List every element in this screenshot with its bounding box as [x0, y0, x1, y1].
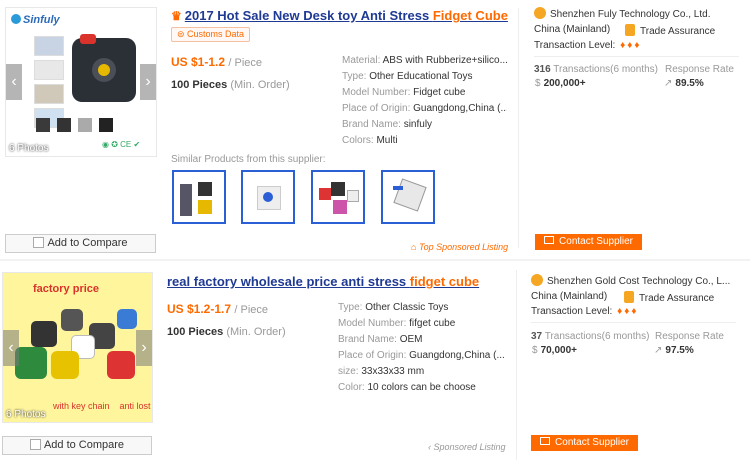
transactions-label: 316 Transactions(6 months) [534, 64, 658, 75]
trade-assurance-icon [625, 24, 635, 36]
add-to-compare-button[interactable]: Add to Compare [5, 234, 156, 253]
response-rate-label: Response Rate [655, 331, 724, 342]
attribute-row: Colors: Multi [342, 135, 398, 146]
certification-logos: ◉ ✪ CE ✔ [102, 140, 141, 149]
similar-product-thumb[interactable] [241, 170, 295, 224]
transactions-value: $70,000+ [532, 345, 577, 356]
product-listing: Sinfuly ◉ ✪ CE ✔ ‹ › 6 Photos Add to Com… [0, 0, 750, 258]
dollar-icon: $ [535, 78, 541, 89]
trade-assurance[interactable]: Trade Assurance [625, 24, 715, 37]
similar-product-thumb[interactable] [172, 170, 226, 224]
customs-icon: ⊜ [177, 29, 188, 39]
diamond-icon: ♦ [624, 306, 630, 317]
supplier-country: China (Mainland) [534, 24, 611, 35]
fidget-cube-picture [72, 34, 136, 102]
reply-arrow-icon: ↗ [664, 78, 673, 89]
attribute-row: Type: Other Classic Toys [338, 302, 449, 313]
compare-checkbox[interactable] [33, 237, 45, 248]
price: US $1.2-1.7 / Piece [167, 302, 269, 316]
response-rate-label: Response Rate [665, 64, 734, 75]
product-title-link[interactable]: real factory wholesale price anti stress… [167, 274, 479, 289]
divider [516, 270, 517, 460]
diamond-icon: ♦ [631, 306, 637, 317]
similar-product-thumb[interactable] [311, 170, 365, 224]
image-caption-top: factory price [33, 283, 100, 295]
next-image-arrow[interactable]: › [136, 329, 152, 366]
image-caption-bottom: with key chain anti lost [53, 401, 151, 411]
next-image-arrow[interactable]: › [140, 64, 156, 100]
supplier-country: China (Mainland) [531, 291, 608, 302]
thumbnail-strip [34, 36, 64, 128]
customs-data-badge[interactable]: ⊜ Customs Data [171, 27, 251, 42]
compare-checkbox[interactable] [29, 439, 41, 450]
sponsored-label[interactable]: ‹ Sponsored Listing [428, 442, 506, 452]
response-rate-value: ↗ 97.5% [654, 345, 694, 356]
prev-image-arrow[interactable]: ‹ [3, 329, 19, 366]
product-attributes: Type: Other Classic Toys Model Number: f… [338, 300, 508, 396]
attribute-row: Brand Name: OEM [338, 334, 423, 345]
envelope-icon [544, 236, 555, 244]
price: US $1-1.2 / Piece [171, 55, 263, 69]
sponsored-label[interactable]: ⌂ Top Sponsored Listing [411, 242, 508, 252]
attribute-row: Model Number: Fidget cube [342, 87, 466, 98]
prev-image-arrow[interactable]: ‹ [6, 64, 22, 100]
attribute-row: size: 33x33x33 mm [338, 366, 425, 377]
brand-logo: Sinfuly [11, 14, 60, 26]
transaction-level: Transaction Level: ♦ ♦ ♦ [534, 40, 640, 51]
sponsored-icon: ⌂ [411, 242, 419, 252]
listing-separator [0, 259, 750, 261]
trade-assurance-icon [624, 291, 634, 303]
product-listing: factory price with key chain anti lost ‹… [0, 262, 750, 473]
transactions-value: $200,000+ [535, 78, 586, 89]
attribute-row: Place of Origin: Guangdong,China (... [338, 350, 505, 361]
gold-supplier-icon [534, 7, 546, 19]
transactions-label: 37 Transactions(6 months) [531, 331, 650, 342]
reply-arrow-icon: ↗ [654, 345, 663, 356]
trade-assurance[interactable]: Trade Assurance [624, 291, 714, 304]
dollar-icon: $ [532, 345, 538, 356]
transaction-level: Transaction Level: ♦ ♦ ♦ [531, 306, 637, 317]
attribute-row: Model Number: fifget cube [338, 318, 456, 329]
min-order: 100 Pieces (Min. Order) [167, 326, 286, 338]
product-attributes: Material: ABS with Rubberize+silico... T… [342, 53, 507, 149]
attribute-row: Place of Origin: Guangdong,China (... [342, 103, 507, 114]
diamond-icon: ♦ [627, 40, 633, 51]
attribute-row: Color: 10 colors can be choose [338, 382, 476, 393]
attribute-row: Type: Other Educational Toys [342, 71, 473, 82]
envelope-icon [540, 437, 551, 445]
photo-count: 6 Photos [9, 143, 49, 154]
product-image[interactable]: factory price with key chain anti lost ‹… [2, 272, 153, 423]
attribute-row: Material: ABS with Rubberize+silico... [342, 55, 507, 66]
attribute-row: Brand Name: sinfuly [342, 119, 433, 130]
diamond-icon: ♦ [617, 306, 623, 317]
small-cubes-row [36, 118, 136, 136]
similar-product-thumb[interactable] [381, 170, 435, 224]
divider [518, 8, 519, 248]
crown-icon: ♛ [171, 9, 182, 23]
diamond-icon: ♦ [634, 40, 640, 51]
divider [531, 322, 736, 323]
product-image[interactable]: Sinfuly ◉ ✪ CE ✔ ‹ › 6 Photos [5, 7, 157, 157]
similar-products-label: Similar Products from this supplier: [171, 154, 326, 165]
diamond-icon: ♦ [620, 40, 626, 51]
gold-supplier-icon [531, 274, 543, 286]
divider [534, 56, 739, 57]
min-order: 100 Pieces (Min. Order) [171, 79, 290, 91]
contact-supplier-button[interactable]: Contact Supplier [535, 234, 642, 250]
product-title-link[interactable]: ♛ 2017 Hot Sale New Desk toy Anti Stress … [171, 8, 508, 23]
supplier-name-link[interactable]: Shenzhen Gold Cost Technology Co., L... [531, 274, 730, 287]
supplier-name-link[interactable]: Shenzhen Fuly Technology Co., Ltd. [534, 7, 710, 20]
response-rate-value: ↗ 89.5% [664, 78, 704, 89]
contact-supplier-button[interactable]: Contact Supplier [531, 435, 638, 451]
fidget-cubes-picture [11, 303, 147, 383]
photo-count: 6 Photos [6, 409, 46, 420]
add-to-compare-button[interactable]: Add to Compare [2, 436, 152, 455]
